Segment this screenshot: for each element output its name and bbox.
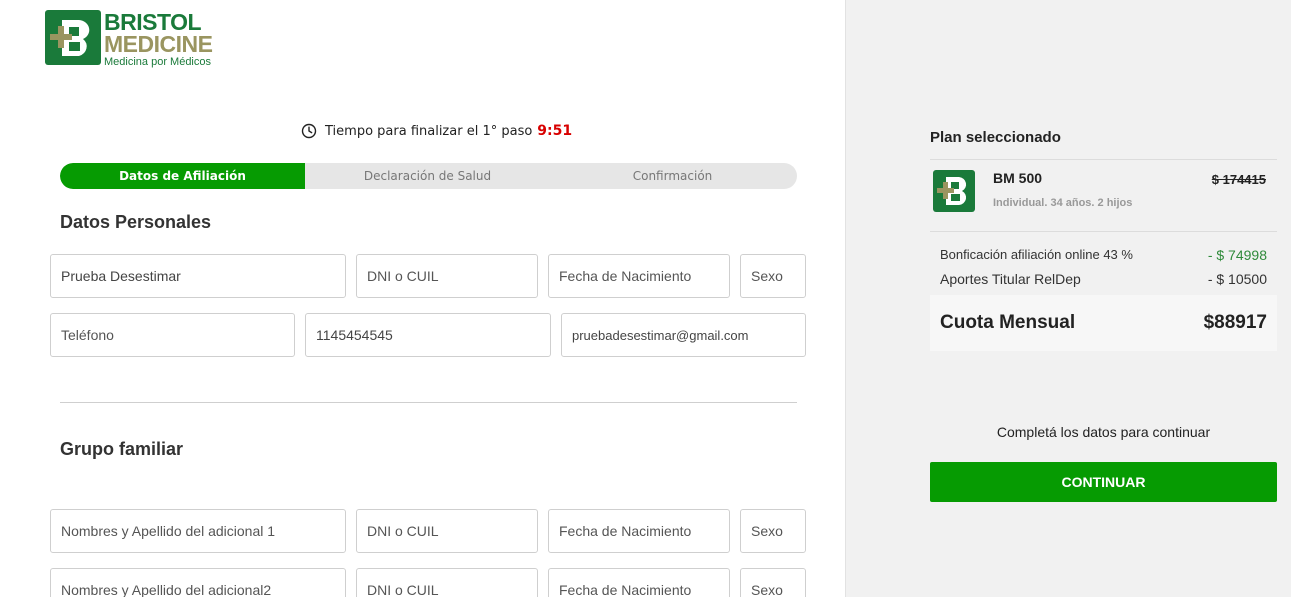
discount-amount-aportes: - $ 10500 (1207, 271, 1267, 287)
timer-label: Tiempo para finalizar el 1° paso (325, 123, 533, 139)
logo-tagline: Medicina por Médicos (104, 56, 211, 68)
family-member-2-birthdate-field[interactable]: Fecha de Nacimiento (548, 568, 730, 597)
step-declaracion-salud[interactable]: Declaración de Salud (305, 163, 550, 189)
monthly-fee-label: Cuota Mensual (940, 312, 1076, 333)
monthly-fee-amount: $88917 (1203, 312, 1267, 333)
sex-select[interactable]: Sexo (740, 254, 806, 298)
continue-hint: Completá los datos para continuar (996, 424, 1211, 440)
step-afiliacion[interactable]: Datos de Afiliación (60, 163, 305, 189)
discount-row-online: Bonficación afiliación online 43 % - $ 7… (940, 247, 1267, 263)
discount-row-aportes: Aportes Titular RelDep - $ 10500 (940, 271, 1267, 287)
family-member-1-name-field[interactable]: Nombres y Apellido del adicional 1 (50, 509, 346, 553)
section-title-family: Grupo familiar (60, 439, 184, 459)
family-member-2-dni-field[interactable]: DNI o CUIL (356, 568, 538, 597)
plan-divider-top (930, 159, 1277, 160)
discount-label-aportes: Aportes Titular RelDep (940, 271, 1081, 287)
monthly-fee-box: Cuota Mensual $88917 (930, 295, 1277, 351)
discount-label-online: Bonficación afiliación online 43 % (940, 247, 1133, 262)
plan-original-price: $ 174415 (1211, 172, 1266, 187)
step-timer: Tiempo para finalizar el 1° paso 9:51 (301, 123, 572, 139)
phone-number-field[interactable]: 1145454545 (305, 313, 551, 357)
family-member-2-sex-select[interactable]: Sexo (740, 568, 806, 597)
discount-amount-online: - $ 74998 (1207, 247, 1267, 263)
family-member-1-dni-field[interactable]: DNI o CUIL (356, 509, 538, 553)
name-field[interactable]: Prueba Desestimar (50, 254, 346, 298)
form-panel: BRISTOL MEDICINE Medicina por Médicos Ti… (0, 0, 845, 597)
logo-line-2: MEDICINE (104, 31, 213, 57)
step-confirmacion[interactable]: Confirmación (550, 163, 795, 189)
family-member-2-name-field[interactable]: Nombres y Apellido del adicional2 (50, 568, 346, 597)
brand-logo[interactable]: BRISTOL MEDICINE Medicina por Médicos (45, 10, 213, 68)
continue-button[interactable]: CONTINUAR (930, 462, 1277, 502)
phone-field[interactable]: Teléfono (50, 313, 295, 357)
section-divider (60, 402, 797, 403)
timer-value: 9:51 (537, 123, 573, 139)
email-field[interactable]: pruebadesestimar@gmail.com (561, 313, 806, 357)
logo-badge-icon (45, 10, 101, 65)
plan-divider-middle (930, 231, 1277, 232)
logo-text: BRISTOL MEDICINE Medicina por Médicos (104, 10, 213, 68)
section-title-personal: Datos Personales (60, 212, 212, 232)
plan-logo-icon (933, 170, 975, 212)
progress-steps: Datos de Afiliación Declaración de Salud… (60, 163, 797, 189)
birthdate-field[interactable]: Fecha de Nacimiento (548, 254, 730, 298)
plan-section-title: Plan seleccionado (930, 129, 1061, 146)
clock-icon (301, 123, 317, 139)
family-member-1-birthdate-field[interactable]: Fecha de Nacimiento (548, 509, 730, 553)
plan-description: Individual. 34 años. 2 hijos (993, 197, 1133, 209)
dni-field[interactable]: DNI o CUIL (356, 254, 538, 298)
family-member-1-sex-select[interactable]: Sexo (740, 509, 806, 553)
plan-name: BM 500 (993, 170, 1043, 186)
